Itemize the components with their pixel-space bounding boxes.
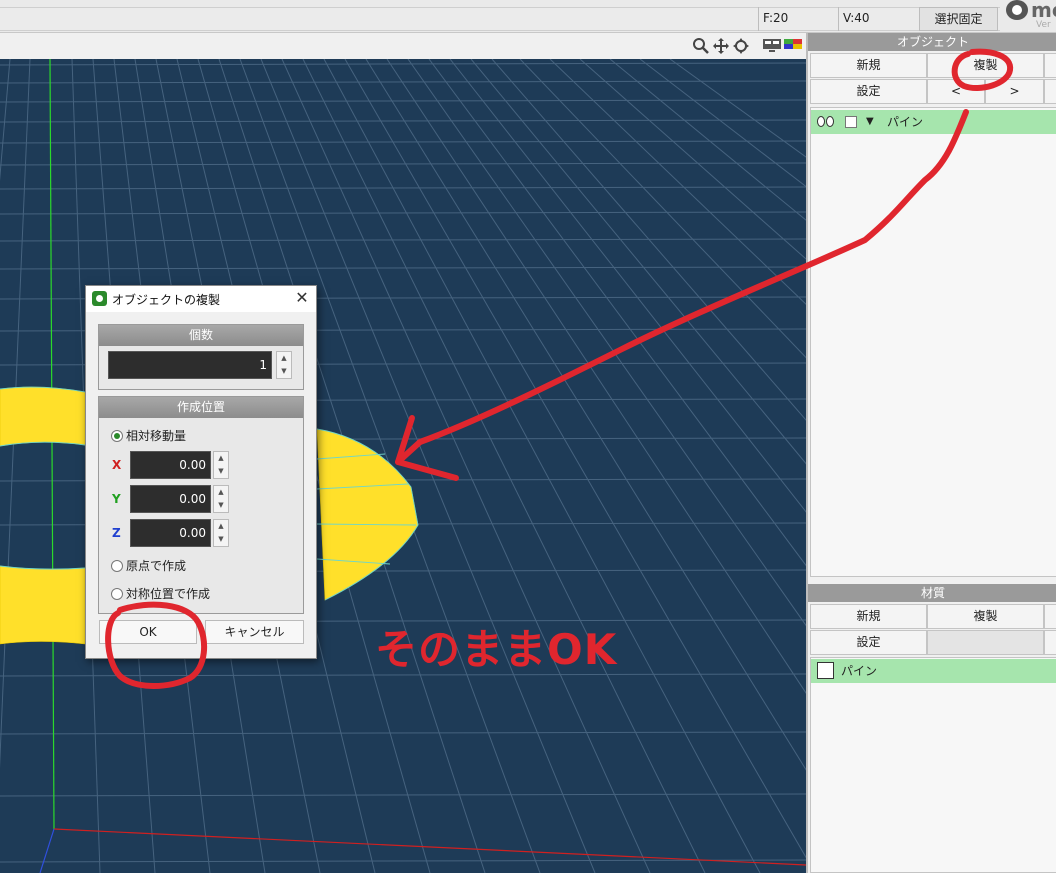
origin-label: 原点で作成: [126, 559, 187, 573]
relative-radio[interactable]: 相対移動量: [111, 427, 186, 444]
status-bar: F:20 V:40 選択固定 me Ver: [0, 0, 1056, 33]
view-toolbar: [0, 33, 806, 59]
object-duplicate-button[interactable]: 複製: [927, 53, 1044, 78]
material-extra2-button[interactable]: [1044, 630, 1056, 655]
close-icon[interactable]: ✕: [292, 288, 312, 308]
expand-arrow-icon[interactable]: ▼: [866, 110, 874, 134]
symmetric-radio[interactable]: 対称位置で作成: [111, 585, 210, 602]
screen-icon[interactable]: [762, 37, 782, 55]
logo-icon: [1006, 0, 1028, 20]
count-input[interactable]: 1: [108, 351, 272, 379]
vertex-count: V:40: [838, 7, 918, 31]
x-input[interactable]: 0.00: [130, 451, 211, 479]
relative-label: 相対移動量: [126, 429, 187, 443]
material-duplicate-button[interactable]: 複製: [927, 604, 1044, 629]
material-disabled-button: [927, 630, 1044, 655]
radio-selected-icon: [111, 430, 123, 442]
logo-version: Ver: [1036, 20, 1051, 30]
material-color-swatch[interactable]: [817, 662, 834, 679]
material-extra-button[interactable]: [1044, 604, 1056, 629]
app-icon: [92, 291, 107, 306]
position-group: 作成位置 相対移動量 X 0.00 ▲ ▼ Y 0.00 ▲ ▼ Z 0.00 ▲ ▼…: [98, 396, 304, 614]
move-icon[interactable]: [712, 37, 730, 55]
symmetric-label: 対称位置で作成: [126, 587, 211, 601]
right-panel: オブジェクト 新規 複製 設定 < > ▼ パイン 材質 新規 複製 設定 パイ: [806, 33, 1056, 873]
y-stepper[interactable]: ▲ ▼: [213, 485, 229, 513]
rotate-icon[interactable]: [732, 37, 750, 55]
app-window: F:20 V:40 選択固定 me Ver: [0, 0, 1056, 873]
object-next-button[interactable]: >: [985, 79, 1044, 104]
list-item[interactable]: パイン: [811, 659, 1056, 683]
position-label: 作成位置: [99, 397, 303, 418]
dialog-title: オブジェクトの複製: [112, 293, 221, 307]
material-panel-title: 材質: [808, 584, 1056, 602]
y-axis-label: Y: [112, 492, 121, 506]
ok-button[interactable]: OK: [99, 620, 197, 644]
select-lock-button[interactable]: 選択固定: [919, 7, 998, 31]
z-axis-label: Z: [112, 526, 121, 540]
x-axis-label: X: [112, 458, 122, 472]
object-name: パイン: [887, 115, 924, 129]
face-count: F:20: [758, 7, 838, 31]
duplicate-object-dialog: オブジェクトの複製 ✕ 個数 1 ▲ ▼ 作成位置 相対移動量 X 0.00 ▲ ▼…: [85, 285, 317, 659]
annotation-text: そのままOK: [375, 625, 618, 674]
lock-checkbox[interactable]: [845, 116, 857, 128]
material-settings-button[interactable]: 設定: [810, 630, 927, 655]
logo-name: me: [1031, 0, 1056, 22]
count-label: 個数: [99, 325, 303, 346]
dialog-title-bar: オブジェクトの複製 ✕: [86, 286, 316, 312]
visibility-icon: [826, 116, 834, 127]
object-list: ▼ パイン: [810, 107, 1056, 577]
list-item[interactable]: ▼ パイン: [811, 110, 1056, 134]
object-prev-button[interactable]: <: [927, 79, 985, 104]
zoom-icon[interactable]: [692, 37, 710, 55]
visibility-icon[interactable]: [817, 116, 825, 127]
material-list: パイン: [810, 657, 1056, 873]
material-name: パイン: [841, 664, 878, 678]
z-input[interactable]: 0.00: [130, 519, 211, 547]
origin-radio[interactable]: 原点で作成: [111, 557, 186, 574]
z-stepper[interactable]: ▲ ▼: [213, 519, 229, 547]
object-extra2-button[interactable]: [1044, 79, 1056, 104]
palette-icon[interactable]: [783, 37, 803, 55]
count-stepper[interactable]: ▲ ▼: [276, 351, 292, 379]
object-new-button[interactable]: 新規: [810, 53, 927, 78]
app-logo: me Ver: [1004, 0, 1056, 33]
object-settings-button[interactable]: 設定: [810, 79, 927, 104]
count-group: 個数 1 ▲ ▼: [98, 324, 304, 390]
object-panel-title: オブジェクト: [808, 33, 1056, 51]
radio-icon: [111, 560, 123, 572]
radio-icon: [111, 588, 123, 600]
material-new-button[interactable]: 新規: [810, 604, 927, 629]
cancel-button[interactable]: キャンセル: [205, 620, 304, 644]
x-stepper[interactable]: ▲ ▼: [213, 451, 229, 479]
object-extra-button[interactable]: [1044, 53, 1056, 78]
y-input[interactable]: 0.00: [130, 485, 211, 513]
